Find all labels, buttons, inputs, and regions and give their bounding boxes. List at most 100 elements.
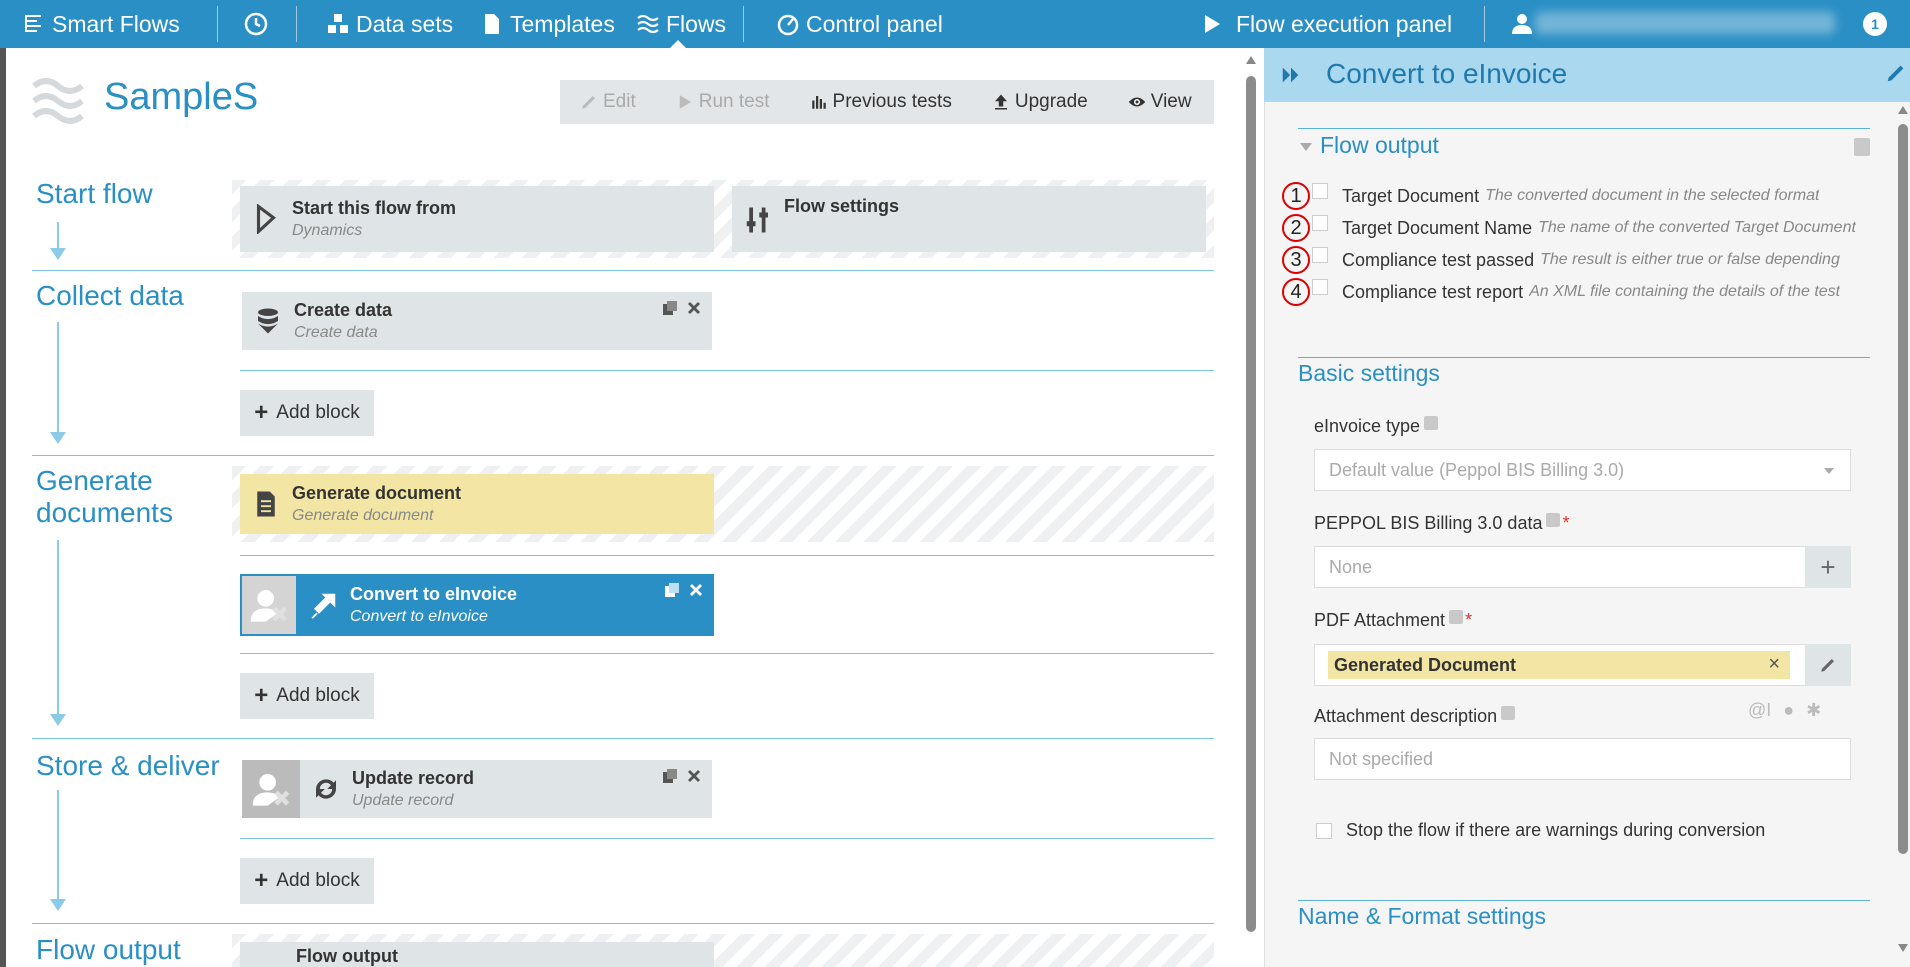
- clock-icon: [244, 12, 268, 36]
- add-block-button[interactable]: + Add block: [240, 858, 374, 904]
- output-description: The name of the converted Target Documen…: [1538, 219, 1856, 236]
- block-name: Generate document: [292, 483, 462, 503]
- peppol-data-field[interactable]: None: [1314, 546, 1806, 588]
- nav-separator: [296, 6, 297, 42]
- convert-to-einvoice-block[interactable]: Convert to eInvoice Convert to eInvoice: [240, 574, 714, 636]
- nav-brand[interactable]: Smart Flows: [22, 0, 180, 48]
- required-marker: *: [1562, 513, 1570, 533]
- pdf-attachment-label-text: PDF Attachment: [1314, 610, 1446, 630]
- asterisk-icon[interactable]: ✱: [1806, 700, 1821, 721]
- double-chevron-right-icon[interactable]: [1280, 64, 1302, 86]
- add-block-label: Add block: [276, 685, 360, 706]
- nav-separator: [743, 6, 744, 42]
- text-expression-icon[interactable]: @I: [1748, 700, 1771, 721]
- user-icon[interactable]: ●: [1783, 700, 1794, 721]
- output-number: 2: [1282, 214, 1310, 242]
- nav-templates[interactable]: Templates: [480, 0, 615, 48]
- stop-flow-checkbox[interactable]: [1316, 822, 1332, 839]
- nav-flow-execution-panel[interactable]: Flow execution panel: [1200, 0, 1452, 48]
- generate-document-block[interactable]: Generate document Generate document: [240, 474, 714, 534]
- block-subtitle: Dynamics: [292, 222, 363, 239]
- start-flow-from-block[interactable]: Start this flow from Dynamics: [240, 186, 714, 252]
- scroll-up-arrow[interactable]: [1898, 106, 1908, 114]
- flow-toolbar: Edit Run test Previous tests Upgrade Vie…: [560, 80, 1214, 124]
- info-icon[interactable]: [1854, 138, 1870, 156]
- panel-scrollbar[interactable]: [1896, 106, 1910, 967]
- close-icon[interactable]: [688, 582, 704, 598]
- block-name: Flow output: [296, 946, 398, 966]
- peppol-data-value: None: [1329, 556, 1373, 577]
- add-peppol-data-button[interactable]: +: [1805, 546, 1851, 588]
- section-start-flow: Start flow: [36, 178, 153, 209]
- run-test-button[interactable]: Run test: [656, 80, 790, 124]
- nav-datasets[interactable]: Data sets: [326, 0, 453, 48]
- peppol-data-label: PEPPOL BIS Billing 3.0 data *: [1314, 513, 1569, 534]
- section-divider: [1298, 900, 1870, 901]
- copy-icon[interactable]: [662, 768, 678, 784]
- section-generate-documents: Generate documents: [36, 465, 173, 529]
- document-icon: [485, 14, 499, 34]
- output-checkbox[interactable]: [1312, 215, 1328, 231]
- basic-settings-title: Basic settings: [1298, 360, 1440, 386]
- edit-button[interactable]: Edit: [560, 80, 656, 124]
- main-scrollbar[interactable]: [1244, 56, 1258, 967]
- view-button[interactable]: View: [1108, 80, 1212, 124]
- info-icon[interactable]: [1449, 610, 1464, 624]
- copy-icon[interactable]: [662, 300, 678, 316]
- output-checkbox[interactable]: [1312, 247, 1328, 263]
- edit-pdf-attachment-button[interactable]: [1805, 644, 1851, 686]
- close-icon[interactable]: [686, 300, 702, 316]
- einvoice-type-select[interactable]: Default value (Peppol BIS Billing 3.0): [1314, 449, 1851, 491]
- info-icon[interactable]: [1546, 513, 1561, 527]
- scrollbar-thumb[interactable]: [1246, 76, 1256, 932]
- update-record-block[interactable]: Update record Update record: [242, 760, 712, 818]
- export-arrow-icon: [298, 576, 350, 634]
- output-row: 4 Compliance test report An XML file con…: [1282, 278, 1857, 306]
- play-icon: [1205, 15, 1220, 33]
- upgrade-button[interactable]: Upgrade: [972, 80, 1108, 124]
- info-icon[interactable]: [1501, 706, 1516, 720]
- output-row: 1 Target Document The converted document…: [1282, 182, 1857, 210]
- scrollbar-thumb[interactable]: [1898, 124, 1908, 854]
- close-icon[interactable]: [686, 768, 702, 784]
- flow-output-block[interactable]: Flow output: [240, 942, 714, 967]
- caret-down-icon: [1300, 142, 1312, 151]
- block-subtitle: Update record: [352, 792, 454, 809]
- pdf-attachment-label: PDF Attachment *: [1314, 610, 1472, 631]
- sliders-icon: [732, 196, 784, 244]
- nav-flow-execution-label: Flow execution panel: [1236, 10, 1453, 37]
- section-divider: [1298, 357, 1870, 358]
- nav-separator: [217, 6, 218, 42]
- output-number: 4: [1282, 278, 1310, 306]
- output-checkbox[interactable]: [1312, 279, 1328, 295]
- user-name-redacted: [1535, 12, 1835, 34]
- nav-separator: [1484, 6, 1485, 42]
- scroll-up-arrow[interactable]: [1246, 56, 1256, 64]
- nav-history[interactable]: [244, 0, 274, 48]
- add-block-button[interactable]: + Add block: [240, 673, 374, 719]
- copy-icon[interactable]: [664, 582, 680, 598]
- pencil-icon[interactable]: [1885, 62, 1907, 84]
- create-data-block[interactable]: Create data Create data: [242, 292, 712, 350]
- attachment-description-input[interactable]: Not specified: [1314, 738, 1851, 780]
- scroll-down-arrow[interactable]: [1898, 944, 1908, 952]
- flow-output-section-toggle[interactable]: Flow output: [1300, 132, 1439, 159]
- output-checkbox[interactable]: [1312, 183, 1328, 199]
- flows-icon: [637, 14, 659, 34]
- add-block-button[interactable]: + Add block: [240, 390, 374, 436]
- notification-badge[interactable]: 1: [1863, 12, 1887, 36]
- einvoice-type-label-text: eInvoice type: [1314, 416, 1421, 436]
- info-icon[interactable]: [1424, 416, 1439, 430]
- edit-button-label: Edit: [603, 91, 636, 112]
- flow-settings-block[interactable]: Flow settings: [732, 186, 1206, 252]
- nav-control-panel[interactable]: Control panel: [776, 0, 943, 48]
- section-divider: [32, 270, 1214, 271]
- generated-document-chip[interactable]: Generated Document ×: [1328, 651, 1790, 679]
- left-rail: [0, 48, 6, 967]
- required-marker: *: [1465, 610, 1473, 630]
- stop-flow-option[interactable]: Stop the flow if there are warnings duri…: [1316, 820, 1765, 841]
- previous-tests-button[interactable]: Previous tests: [790, 80, 972, 124]
- close-icon[interactable]: ×: [1768, 653, 1780, 676]
- section-divider: [32, 923, 1214, 924]
- block-subtitle: Generate document: [292, 507, 434, 524]
